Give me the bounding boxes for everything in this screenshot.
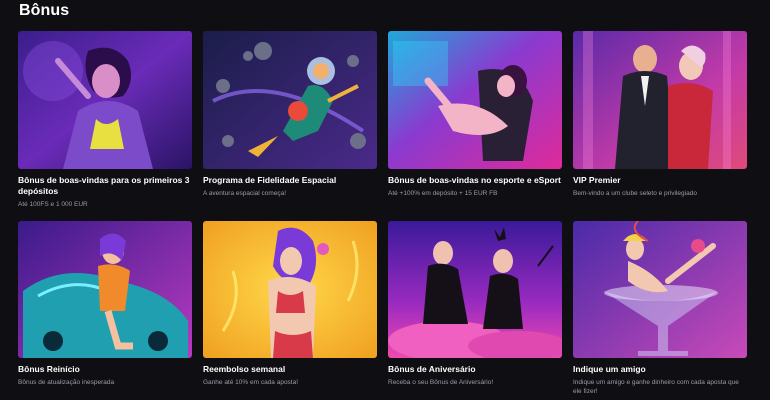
bonus-card-referral[interactable]: Indique um amigo Indique um amigo e ganh…	[573, 221, 747, 400]
bonus-card-title[interactable]: Bônus de boas-vindas no esporte e eSport	[388, 175, 562, 186]
bonus-card-title[interactable]: Bônus de Aniversário	[388, 364, 562, 375]
bonus-card-desc: Até +100% em depósito + 15 EUR FB	[388, 190, 498, 197]
bonus-card-desc: Bem-vindo a um clube seleto e privilegia…	[573, 190, 697, 197]
bonus-image-gamer[interactable]	[388, 31, 562, 169]
bonus-card-desc: Até 100FS e 1 000 EUR	[18, 201, 88, 208]
bonus-image-neon-woman[interactable]	[18, 31, 192, 169]
bonus-card-title[interactable]: VIP Premier	[573, 175, 747, 186]
bonus-image-car[interactable]	[18, 221, 192, 358]
bonus-card-cashback[interactable]: Reembolso semanal Ganhe até 10% em cada …	[203, 221, 377, 400]
bonus-card-birthday[interactable]: Bônus de Aniversário Receba o seu Bônus …	[388, 221, 562, 400]
bonus-card-title[interactable]: Bônus Reinício	[18, 364, 192, 375]
bonus-card-desc: Ganhe até 10% em cada aposta!	[203, 379, 299, 386]
bonus-image-two-women[interactable]	[388, 221, 562, 358]
bonus-card-title[interactable]: Indique um amigo	[573, 364, 747, 375]
bonus-card-desc: Receba o seu Bônus de Aniversário!	[388, 379, 494, 386]
bonus-card-title[interactable]: Reembolso semanal	[203, 364, 377, 375]
bonus-image-vip-couple[interactable]	[573, 31, 747, 169]
bonus-card-loyalty[interactable]: Programa de Fidelidade Espacial A aventu…	[203, 31, 377, 221]
bonus-card-restart[interactable]: Bônus Reinício Bônus de atualização ines…	[18, 221, 192, 400]
bonus-card-vip[interactable]: VIP Premier Bem-vindo a um clube seleto …	[573, 31, 747, 221]
bonus-card-title[interactable]: Bônus de boas-vindas para os primeiros 3…	[18, 175, 192, 197]
bonus-card-desc: A aventura espacial começa!	[203, 190, 287, 197]
bonus-card-welcome[interactable]: Bônus de boas-vindas para os primeiros 3…	[18, 31, 192, 221]
bonus-grid: Bônus de boas-vindas para os primeiros 3…	[18, 31, 749, 400]
bonus-card-title[interactable]: Programa de Fidelidade Espacial	[203, 175, 377, 186]
page-title: Bônus	[19, 2, 70, 19]
bonus-card-sport[interactable]: Bônus de boas-vindas no esporte e eSport…	[388, 31, 562, 221]
bonus-image-astronaut[interactable]	[203, 31, 377, 169]
bonus-card-desc: Bônus de atualização inesperada	[18, 379, 115, 386]
bonus-card-desc: Indique um amigo e ganhe dinheiro com ca…	[573, 379, 739, 395]
bonus-image-yellow-woman[interactable]	[203, 221, 377, 358]
bonus-image-cocktail[interactable]	[573, 221, 747, 358]
